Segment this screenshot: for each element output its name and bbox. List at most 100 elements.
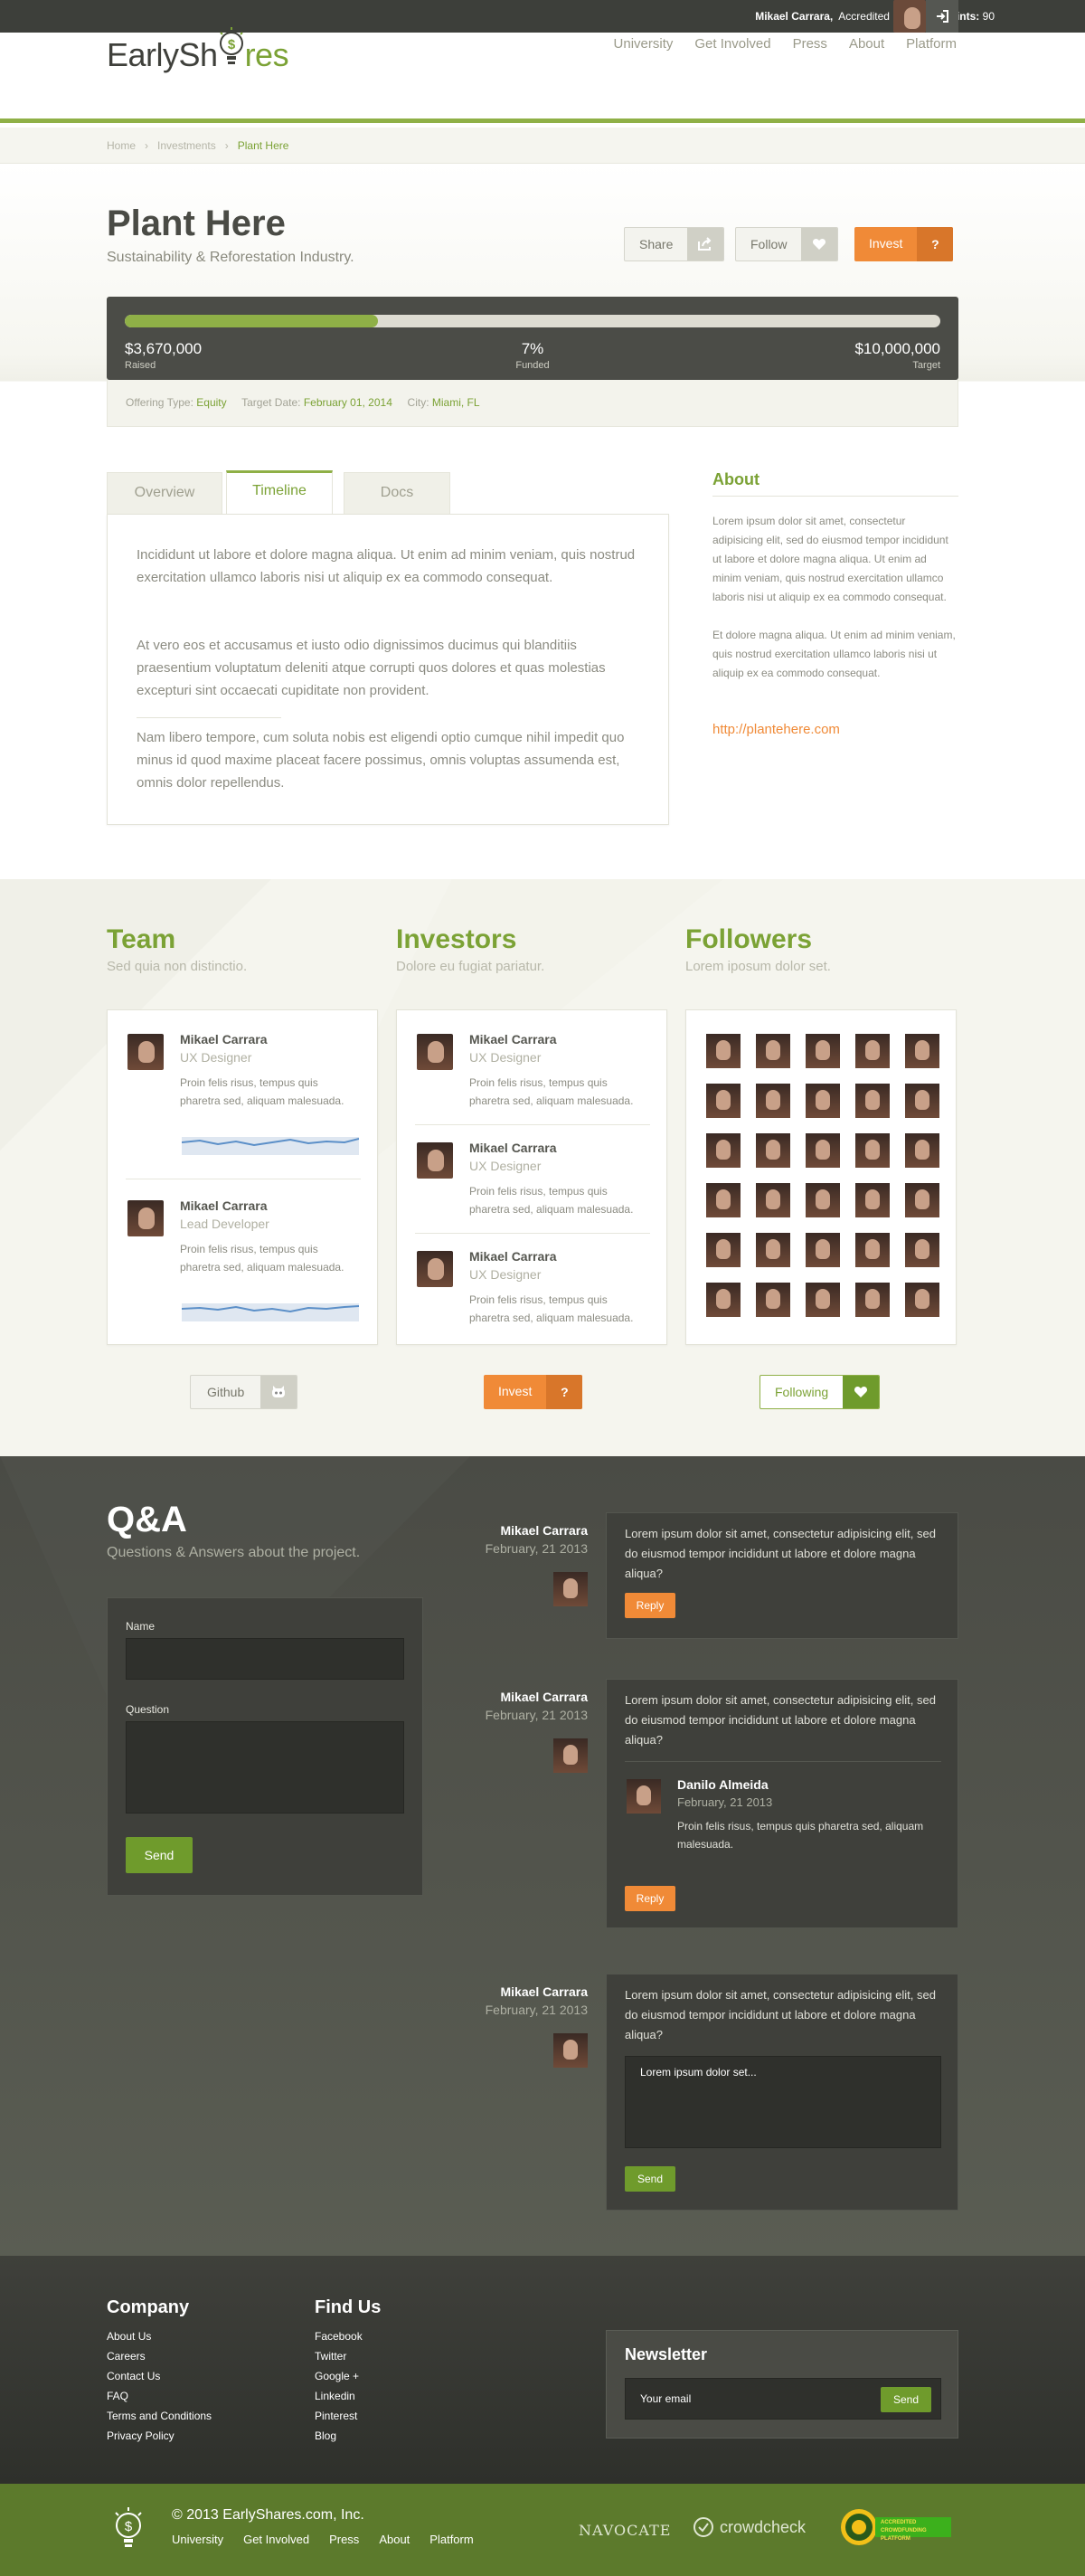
- avatar[interactable]: [417, 1251, 453, 1287]
- logout-button[interactable]: [926, 0, 958, 33]
- share-button[interactable]: Share: [624, 227, 725, 261]
- newsletter-send-button[interactable]: Send: [881, 2387, 931, 2412]
- follower-avatar[interactable]: [706, 1133, 741, 1168]
- follower-avatar[interactable]: [905, 1233, 939, 1267]
- footer-link[interactable]: Privacy Policy: [107, 2426, 212, 2446]
- question-textarea[interactable]: [126, 1721, 404, 1814]
- crowdcheck-logo[interactable]: crowdcheck: [693, 2516, 806, 2538]
- investor-name[interactable]: Mikael Carrara: [469, 1141, 557, 1155]
- follower-avatar[interactable]: [756, 1183, 790, 1217]
- follower-avatar[interactable]: [855, 1183, 890, 1217]
- bottom-nav-press[interactable]: Press: [329, 2533, 359, 2546]
- follower-avatar[interactable]: [905, 1034, 939, 1068]
- avatar[interactable]: [417, 1034, 453, 1070]
- avatar[interactable]: [553, 1572, 588, 1606]
- follower-avatar[interactable]: [756, 1133, 790, 1168]
- investor-name[interactable]: Mikael Carrara: [469, 1032, 557, 1046]
- breadcrumb-investments[interactable]: Investments: [157, 139, 216, 152]
- google-plus-link[interactable]: Google +: [315, 2366, 363, 2386]
- footer-link[interactable]: Contact Us: [107, 2366, 212, 2386]
- project-website-link[interactable]: http://plantehere.com: [712, 722, 840, 737]
- tab-overview[interactable]: Overview: [107, 472, 222, 514]
- send-reply-button[interactable]: Send: [625, 2166, 675, 2192]
- accredited-badge[interactable]: ACCREDITED CROWDFUNDING PLATFORM: [839, 2507, 951, 2547]
- github-button[interactable]: Github: [190, 1375, 298, 1409]
- invest-button[interactable]: Invest ?: [854, 227, 954, 261]
- nav-press[interactable]: Press: [793, 36, 827, 52]
- user-avatar[interactable]: [893, 0, 926, 33]
- follower-avatar[interactable]: [706, 1034, 741, 1068]
- follower-avatar[interactable]: [855, 1283, 890, 1317]
- bottom-nav-platform[interactable]: Platform: [429, 2533, 473, 2546]
- follower-avatar[interactable]: [806, 1133, 840, 1168]
- answerer-name[interactable]: Danilo Almeida: [677, 1777, 769, 1792]
- follower-avatar[interactable]: [855, 1233, 890, 1267]
- asker-name[interactable]: Mikael Carrara: [425, 1984, 588, 1999]
- user-name[interactable]: Mikael Carrara,: [755, 10, 833, 23]
- twitter-link[interactable]: Twitter: [315, 2346, 363, 2366]
- lightbulb-logo-icon[interactable]: $: [108, 2505, 148, 2552]
- help-icon[interactable]: ?: [917, 227, 954, 261]
- follower-avatar[interactable]: [756, 1034, 790, 1068]
- investor-name[interactable]: Mikael Carrara: [469, 1249, 557, 1264]
- pinterest-link[interactable]: Pinterest: [315, 2406, 363, 2426]
- newsletter-email-input[interactable]: Your email Send: [625, 2378, 941, 2420]
- avatar[interactable]: [127, 1034, 164, 1070]
- follower-avatar[interactable]: [855, 1133, 890, 1168]
- follower-avatar[interactable]: [806, 1233, 840, 1267]
- bottom-nav-about[interactable]: About: [379, 2533, 410, 2546]
- follow-button[interactable]: Follow: [735, 227, 839, 261]
- follower-avatar[interactable]: [905, 1133, 939, 1168]
- follower-avatar[interactable]: [706, 1084, 741, 1118]
- help-icon[interactable]: ?: [546, 1375, 583, 1409]
- follower-avatar[interactable]: [905, 1084, 939, 1118]
- breadcrumb-home[interactable]: Home: [107, 139, 136, 152]
- footer-link[interactable]: Careers: [107, 2346, 212, 2366]
- nav-platform[interactable]: Platform: [906, 36, 957, 52]
- invest-button-secondary[interactable]: Invest ?: [484, 1375, 583, 1409]
- follower-avatar[interactable]: [706, 1283, 741, 1317]
- following-button[interactable]: Following: [760, 1375, 881, 1409]
- bottom-nav-get-involved[interactable]: Get Involved: [243, 2533, 309, 2546]
- reply-textarea[interactable]: Lorem ipsum dolor set...: [625, 2056, 941, 2148]
- linkedin-link[interactable]: Linkedin: [315, 2386, 363, 2406]
- follower-avatar[interactable]: [855, 1084, 890, 1118]
- asker-name[interactable]: Mikael Carrara: [425, 1690, 588, 1704]
- nav-university[interactable]: University: [614, 36, 674, 52]
- follower-avatar[interactable]: [855, 1034, 890, 1068]
- follower-avatar[interactable]: [706, 1233, 741, 1267]
- follower-avatar[interactable]: [756, 1233, 790, 1267]
- avatar[interactable]: [417, 1142, 453, 1179]
- follower-avatar[interactable]: [756, 1283, 790, 1317]
- blog-link[interactable]: Blog: [315, 2426, 363, 2446]
- member-name[interactable]: Mikael Carrara: [180, 1198, 268, 1213]
- send-question-button[interactable]: Send: [126, 1837, 193, 1873]
- footer-link[interactable]: About Us: [107, 2326, 212, 2346]
- follower-avatar[interactable]: [905, 1183, 939, 1217]
- avatar[interactable]: [553, 1738, 588, 1773]
- footer-link[interactable]: Terms and Conditions: [107, 2406, 212, 2426]
- follower-avatar[interactable]: [806, 1283, 840, 1317]
- avatar[interactable]: [553, 2033, 588, 2068]
- name-input[interactable]: [126, 1638, 404, 1680]
- follower-avatar[interactable]: [806, 1183, 840, 1217]
- reply-button[interactable]: Reply: [625, 1886, 675, 1911]
- avatar[interactable]: [627, 1779, 661, 1814]
- logo[interactable]: EarlySh $ res: [107, 27, 289, 74]
- follower-avatar[interactable]: [806, 1084, 840, 1118]
- footer-link[interactable]: FAQ: [107, 2386, 212, 2406]
- bottom-nav-university[interactable]: University: [172, 2533, 223, 2546]
- reply-button[interactable]: Reply: [625, 1593, 675, 1618]
- tab-docs[interactable]: Docs: [344, 472, 450, 514]
- facebook-link[interactable]: Facebook: [315, 2326, 363, 2346]
- avatar[interactable]: [127, 1200, 164, 1236]
- tab-timeline[interactable]: Timeline: [226, 470, 333, 514]
- follower-avatar[interactable]: [905, 1283, 939, 1317]
- follower-avatar[interactable]: [756, 1084, 790, 1118]
- follower-avatar[interactable]: [806, 1034, 840, 1068]
- follower-avatar[interactable]: [706, 1183, 741, 1217]
- member-name[interactable]: Mikael Carrara: [180, 1032, 268, 1046]
- asker-name[interactable]: Mikael Carrara: [425, 1523, 588, 1538]
- nav-about[interactable]: About: [849, 36, 884, 52]
- nav-get-involved[interactable]: Get Involved: [694, 36, 770, 52]
